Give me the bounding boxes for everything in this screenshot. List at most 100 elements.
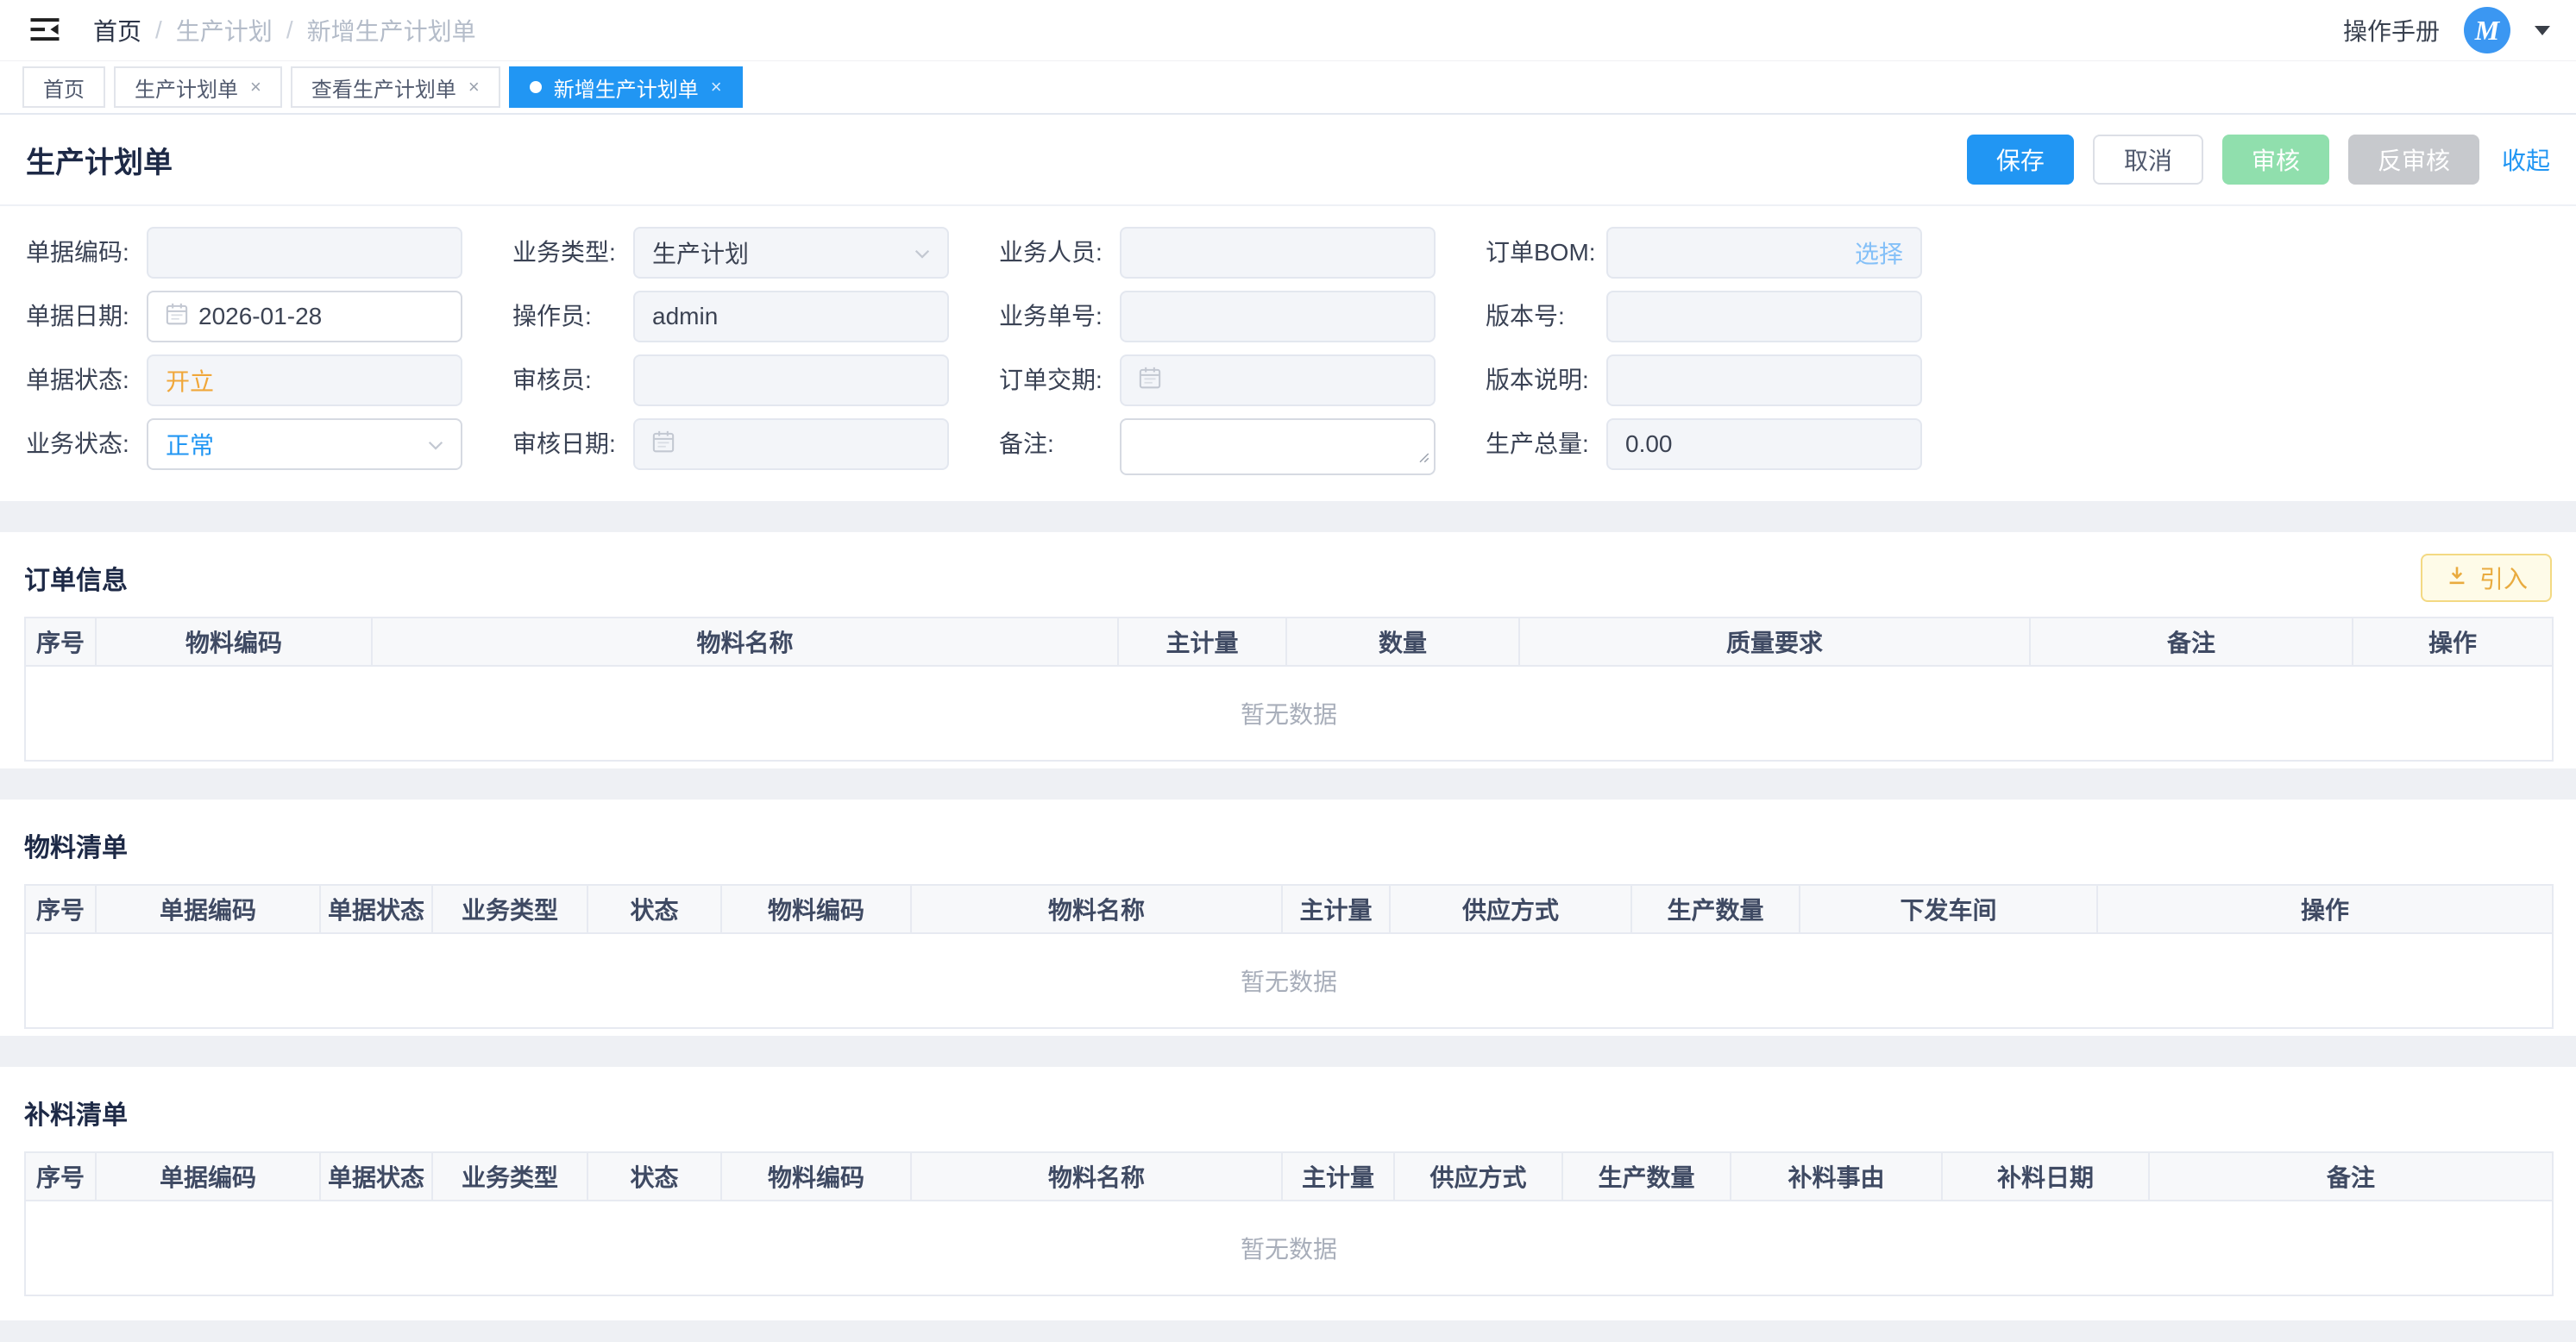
- column-header: 主计量: [1282, 1152, 1394, 1201]
- doc-code-input: [166, 239, 443, 267]
- cancel-button[interactable]: 取消: [2093, 135, 2203, 185]
- column-header: 备注: [2149, 1152, 2553, 1201]
- collapse-link[interactable]: 收起: [2502, 142, 2550, 177]
- column-header: 业务类型: [432, 885, 587, 933]
- audit-button[interactable]: 审核: [2222, 135, 2329, 185]
- calendar-icon: [166, 302, 188, 332]
- column-header: 物料编码: [96, 618, 372, 666]
- column-header: 物料名称: [911, 1152, 1282, 1201]
- active-dot-icon: [530, 81, 542, 93]
- order-due-label: 订单交期:: [999, 354, 1120, 406]
- save-button[interactable]: 保存: [1967, 135, 2074, 185]
- biz-person-label: 业务人员:: [999, 227, 1120, 279]
- auditor-field: [633, 354, 949, 406]
- order-bom-label: 订单BOM:: [1486, 227, 1606, 279]
- import-icon: [2445, 563, 2469, 593]
- biz-status-value: 正常: [166, 427, 214, 461]
- column-header: 单据状态: [320, 1152, 432, 1201]
- biz-no-label: 业务单号:: [999, 291, 1120, 342]
- biz-type-label: 业务类型:: [512, 227, 633, 279]
- chevron-down-icon: [911, 242, 933, 271]
- column-header: 业务类型: [432, 1152, 587, 1201]
- calendar-icon: [1139, 366, 1161, 396]
- avatar[interactable]: M: [2464, 7, 2510, 53]
- column-header: 物料名称: [911, 885, 1282, 933]
- version-desc-input: [1625, 367, 1903, 394]
- column-header: 状态: [587, 1152, 721, 1201]
- manual-link[interactable]: 操作手册: [2343, 13, 2440, 47]
- tab-label: 查看生产计划单: [311, 72, 456, 103]
- tab-label: 生产计划单: [135, 72, 238, 103]
- status-badge: 开立: [166, 363, 214, 398]
- doc-date-input[interactable]: [198, 303, 443, 330]
- column-header: 单据编码: [96, 1152, 320, 1201]
- column-header: 生产数量: [1631, 885, 1800, 933]
- close-icon[interactable]: ×: [711, 78, 722, 97]
- audit-date-label: 审核日期:: [512, 418, 633, 470]
- tab-new-production-plan[interactable]: 新增生产计划单 ×: [509, 66, 743, 108]
- resize-grip-icon[interactable]: [1415, 442, 1430, 470]
- breadcrumb-level1[interactable]: 生产计划: [176, 13, 273, 47]
- operator-field: [633, 291, 949, 342]
- refill-list-table: 序号 单据编码 单据状态 业务类型 状态 物料编码 物料名称 主计量 供应方式 …: [24, 1151, 2554, 1296]
- column-header: 状态: [587, 885, 721, 933]
- operator-label: 操作员:: [512, 291, 633, 342]
- column-header: 物料名称: [372, 618, 1118, 666]
- tab-production-plan-list[interactable]: 生产计划单 ×: [114, 66, 282, 108]
- order-bom-field: 选择: [1606, 227, 1922, 279]
- reverse-audit-button[interactable]: 反审核: [2348, 135, 2479, 185]
- version-no-input: [1625, 303, 1903, 330]
- remark-input[interactable]: [1139, 425, 1417, 453]
- doc-date-label: 单据日期:: [26, 291, 147, 342]
- page-title: 生产计划单: [26, 139, 173, 181]
- column-header: 备注: [2030, 618, 2353, 666]
- empty-state: 暂无数据: [25, 1201, 2553, 1295]
- audit-date-input: [685, 430, 930, 458]
- total-qty-value: 0.00: [1625, 430, 1673, 458]
- doc-date-picker[interactable]: [147, 291, 462, 342]
- column-header: 物料编码: [721, 1152, 911, 1201]
- total-qty-label: 生产总量:: [1486, 418, 1606, 470]
- column-header: 物料编码: [721, 885, 911, 933]
- order-due-picker: [1120, 354, 1436, 406]
- chevron-down-icon[interactable]: [2535, 26, 2550, 35]
- biz-person-input: [1139, 239, 1417, 267]
- tab-label: 新增生产计划单: [554, 72, 699, 103]
- calendar-icon: [652, 430, 675, 460]
- refill-list-title: 补料清单: [24, 1094, 128, 1132]
- order-info-title: 订单信息: [24, 559, 128, 597]
- remark-field[interactable]: [1120, 418, 1436, 475]
- column-header: 操作: [2097, 885, 2553, 933]
- production-plan-card: 生产计划单 保存 取消 审核 反审核 收起 单据编码: 业务类型: 生产计划: [0, 115, 2576, 501]
- column-header: 主计量: [1118, 618, 1286, 666]
- biz-type-select[interactable]: 生产计划: [633, 227, 949, 279]
- column-header: 下发车间: [1800, 885, 2097, 933]
- version-desc-label: 版本说明:: [1486, 354, 1606, 406]
- order-info-section: 订单信息 引入 序号 物料编码 物料名称 主计量 数量 质量要求: [0, 532, 2576, 768]
- column-header: 供应方式: [1390, 885, 1631, 933]
- column-header: 单据状态: [320, 885, 432, 933]
- auditor-input: [652, 367, 930, 394]
- material-list-table: 序号 单据编码 单据状态 业务类型 状态 物料编码 物料名称 主计量 供应方式 …: [24, 884, 2554, 1029]
- order-bom-pick-link[interactable]: 选择: [1855, 235, 1903, 270]
- import-button[interactable]: 引入: [2421, 554, 2552, 602]
- biz-type-value: 生产计划: [652, 235, 749, 270]
- import-label: 引入: [2479, 561, 2528, 595]
- tab-label: 首页: [43, 72, 85, 103]
- biz-status-select[interactable]: 正常: [147, 418, 462, 470]
- close-icon[interactable]: ×: [468, 78, 480, 97]
- menu-fold-icon[interactable]: [26, 11, 64, 49]
- auditor-label: 审核员:: [512, 354, 633, 406]
- order-info-table: 序号 物料编码 物料名称 主计量 数量 质量要求 备注 操作 暂无数据: [24, 617, 2554, 762]
- material-list-section: 物料清单 序号 单据编码 单据状态 业务类型 状态 物料编码 物料名称 主计量 …: [0, 800, 2576, 1036]
- breadcrumb-current: 新增生产计划单: [307, 13, 476, 47]
- column-header: 序号: [25, 618, 96, 666]
- tab-home[interactable]: 首页: [22, 66, 105, 108]
- version-desc-field: [1606, 354, 1922, 406]
- tab-view-production-plan[interactable]: 查看生产计划单 ×: [291, 66, 500, 108]
- version-no-field: [1606, 291, 1922, 342]
- breadcrumb-home[interactable]: 首页: [93, 13, 141, 47]
- tab-strip: 首页 生产计划单 × 查看生产计划单 × 新增生产计划单 ×: [0, 61, 2576, 115]
- close-icon[interactable]: ×: [250, 78, 261, 97]
- column-header: 生产数量: [1562, 1152, 1731, 1201]
